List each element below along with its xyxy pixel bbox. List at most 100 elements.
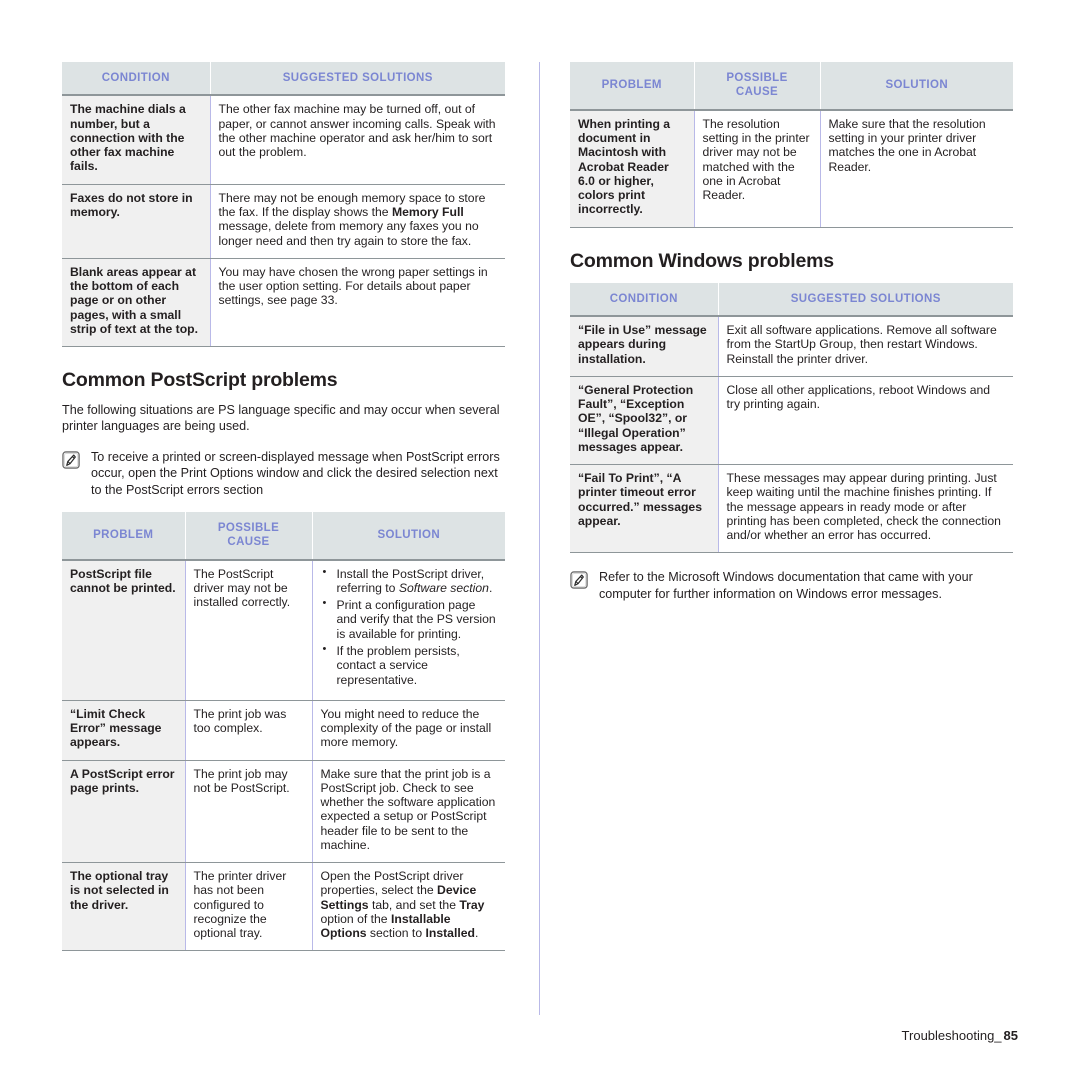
page-footer: Troubleshooting_ 85	[0, 1028, 1018, 1043]
table-row: The optional tray is not selected in the…	[62, 862, 505, 952]
text-run: Installed	[425, 926, 475, 941]
text-run: You might need to reduce the complexity …	[320, 706, 492, 750]
cell-solution: You may have chosen the wrong paper sett…	[210, 258, 505, 348]
cell-condition: Faxes do not store in memory.	[62, 184, 211, 259]
header-line: CAUSE	[227, 536, 270, 549]
cell-solution: You might need to reduce the complexity …	[312, 700, 505, 761]
cell-problem: The optional tray is not selected in the…	[62, 862, 186, 952]
table-row: The machine dials a number, but a connec…	[62, 95, 505, 185]
column-header-problem: PROBLEM	[570, 62, 694, 111]
cell-solution: The other fax machine may be turned off,…	[210, 95, 505, 185]
cell-solution: Exit all software applications. Remove a…	[718, 315, 1013, 377]
header-line: CAUSE	[735, 86, 779, 99]
fax-problems-table: CONDITION SUGGESTED SOLUTIONS The machin…	[62, 62, 505, 348]
text-run: .	[474, 926, 479, 941]
cell-solution: Open the PostScript driver properties, s…	[312, 862, 505, 952]
text-run: If the problem persists, contact a servi…	[336, 643, 460, 687]
macintosh-table-body: When printing a document in Macintosh wi…	[570, 109, 1013, 228]
table-row: PostScript file cannot be printed. The Po…	[62, 559, 505, 701]
header-line: PROBLEM	[601, 79, 662, 92]
postscript-note-text: To receive a printed or screen-displayed…	[91, 449, 500, 497]
section-heading-windows: Common Windows problems	[570, 249, 834, 272]
section-heading-postscript: Common PostScript problems	[62, 369, 338, 392]
header-line: SOLUTION	[885, 79, 949, 92]
postscript-note: To receive a printed or screen-displayed…	[62, 449, 505, 498]
cell-solution: Make sure that the print job is a PostSc…	[312, 760, 505, 864]
text-run: section to	[366, 926, 426, 941]
table-row: “General Protection Fault”, “Exception O…	[570, 376, 1013, 466]
postscript-problems-table: PROBLEM POSSIBLE CAUSE SOLUTION PostScri…	[62, 511, 505, 952]
column-divider	[539, 62, 540, 1015]
column-header-condition: CONDITION	[570, 282, 718, 317]
solution-bullet: Print a configuration page and verify th…	[321, 597, 498, 641]
table-header-row: CONDITION SUGGESTED SOLUTIONS	[62, 62, 505, 97]
windows-note-text: Refer to the Microsoft Windows documenta…	[599, 570, 973, 601]
table-row: Blank areas appear at the bottom of each…	[62, 258, 505, 348]
cell-cause: The resolution setting in the printer dr…	[694, 109, 821, 228]
cell-solution: Close all other applications, reboot Win…	[718, 376, 1013, 466]
windows-problems-table: CONDITION SUGGESTED SOLUTIONS “File in U…	[570, 282, 1013, 554]
cell-problem: “Limit Check Error” message appears.	[62, 700, 186, 761]
column-header-suggested-solutions: SUGGESTED SOLUTIONS	[717, 282, 1013, 317]
cell-condition: “General Protection Fault”, “Exception O…	[570, 376, 719, 466]
column-header-suggested-solutions: SUGGESTED SOLUTIONS	[209, 62, 505, 97]
table-row: “File in Use” message appears during ins…	[570, 315, 1013, 377]
column-header-solution: SOLUTION	[819, 62, 1013, 111]
text-run: Print a configuration page and verify th…	[336, 598, 496, 641]
text-run: You may have chosen the wrong paper sett…	[218, 264, 488, 308]
cell-condition: “Fail To Print”, “A printer timeout erro…	[570, 464, 719, 554]
text-run: Close all other applications, reboot Win…	[726, 382, 991, 412]
header-line: PROBLEM	[93, 529, 154, 542]
column-header-possible-cause: POSSIBLE CAUSE	[693, 62, 820, 111]
table-header-row: PROBLEM POSSIBLE CAUSE SOLUTION	[62, 511, 505, 561]
column-header-problem: PROBLEM	[62, 511, 185, 561]
footer-page-number: 85	[1003, 1028, 1018, 1043]
left-column: CONDITION SUGGESTED SOLUTIONS The machin…	[62, 62, 505, 952]
document-page: CONDITION SUGGESTED SOLUTIONS The machin…	[0, 0, 1080, 1080]
text-run: These messages may appear during printin…	[726, 471, 1001, 543]
text-run: message, delete from memory any faxes yo…	[218, 219, 479, 248]
solution-bullet: Install the PostScript driver, referring…	[321, 566, 498, 596]
postscript-intro-text: The following situations are PS language…	[62, 403, 500, 434]
text-run: The other fax machine may be turned off,…	[218, 102, 496, 160]
cell-problem: A PostScript error page prints.	[62, 760, 186, 864]
cell-cause: The print job was too complex.	[185, 700, 313, 761]
cell-condition: “File in Use” message appears during ins…	[570, 315, 719, 377]
text-run: Memory Full	[391, 204, 464, 219]
column-header-solution: SOLUTION	[311, 511, 505, 561]
cell-solution: Install the PostScript driver, referring…	[312, 559, 505, 701]
table-header-row: CONDITION SUGGESTED SOLUTIONS	[570, 282, 1013, 317]
header-line: SOLUTION	[377, 529, 441, 542]
text-run: Software section	[398, 580, 489, 595]
cell-cause: The printer driver has not been configur…	[185, 862, 313, 952]
text-run: option of the	[320, 911, 391, 926]
column-header-possible-cause: POSSIBLE CAUSE	[184, 511, 312, 561]
cell-solution: These messages may appear during printin…	[718, 464, 1013, 554]
fax-table-body: The machine dials a number, but a connec…	[62, 95, 505, 348]
windows-table-body: “File in Use” message appears during ins…	[570, 315, 1013, 554]
cell-cause: The print job may not be PostScript.	[185, 760, 313, 864]
text-run: Exit all software applications. Remove a…	[726, 322, 997, 366]
cell-problem: When printing a document in Macintosh wi…	[570, 109, 695, 228]
table-header-row: PROBLEM POSSIBLE CAUSE SOLUTION	[570, 62, 1013, 111]
table-row: Faxes do not store in memory. There may n…	[62, 184, 505, 259]
text-run: Make sure that the resolution setting in…	[828, 116, 986, 174]
text-run: Make sure that the print job is a PostSc…	[320, 766, 496, 852]
note-pencil-icon	[62, 451, 81, 470]
table-row: “Limit Check Error” message appears. The …	[62, 700, 505, 761]
cell-cause: The PostScript driver may not be install…	[185, 559, 313, 701]
right-column: PROBLEM POSSIBLE CAUSE SOLUTION When pri…	[570, 62, 1013, 616]
text-run: Tray	[459, 897, 485, 912]
cell-solution: Make sure that the resolution setting in…	[820, 109, 1013, 228]
text-run: tab, and set the	[368, 897, 460, 912]
table-row: “Fail To Print”, “A printer timeout erro…	[570, 464, 1013, 554]
cell-problem: PostScript file cannot be printed.	[62, 559, 186, 701]
solution-bullet: If the problem persists, contact a servi…	[321, 643, 498, 687]
windows-note: Refer to the Microsoft Windows documenta…	[570, 569, 1013, 602]
table-row: When printing a document in Macintosh wi…	[570, 109, 1013, 228]
cell-condition: Blank areas appear at the bottom of each…	[62, 258, 211, 348]
macintosh-problems-table: PROBLEM POSSIBLE CAUSE SOLUTION When pri…	[570, 62, 1013, 228]
cell-condition: The machine dials a number, but a connec…	[62, 95, 211, 185]
text-run: .	[488, 580, 493, 595]
column-header-condition: CONDITION	[62, 62, 210, 97]
